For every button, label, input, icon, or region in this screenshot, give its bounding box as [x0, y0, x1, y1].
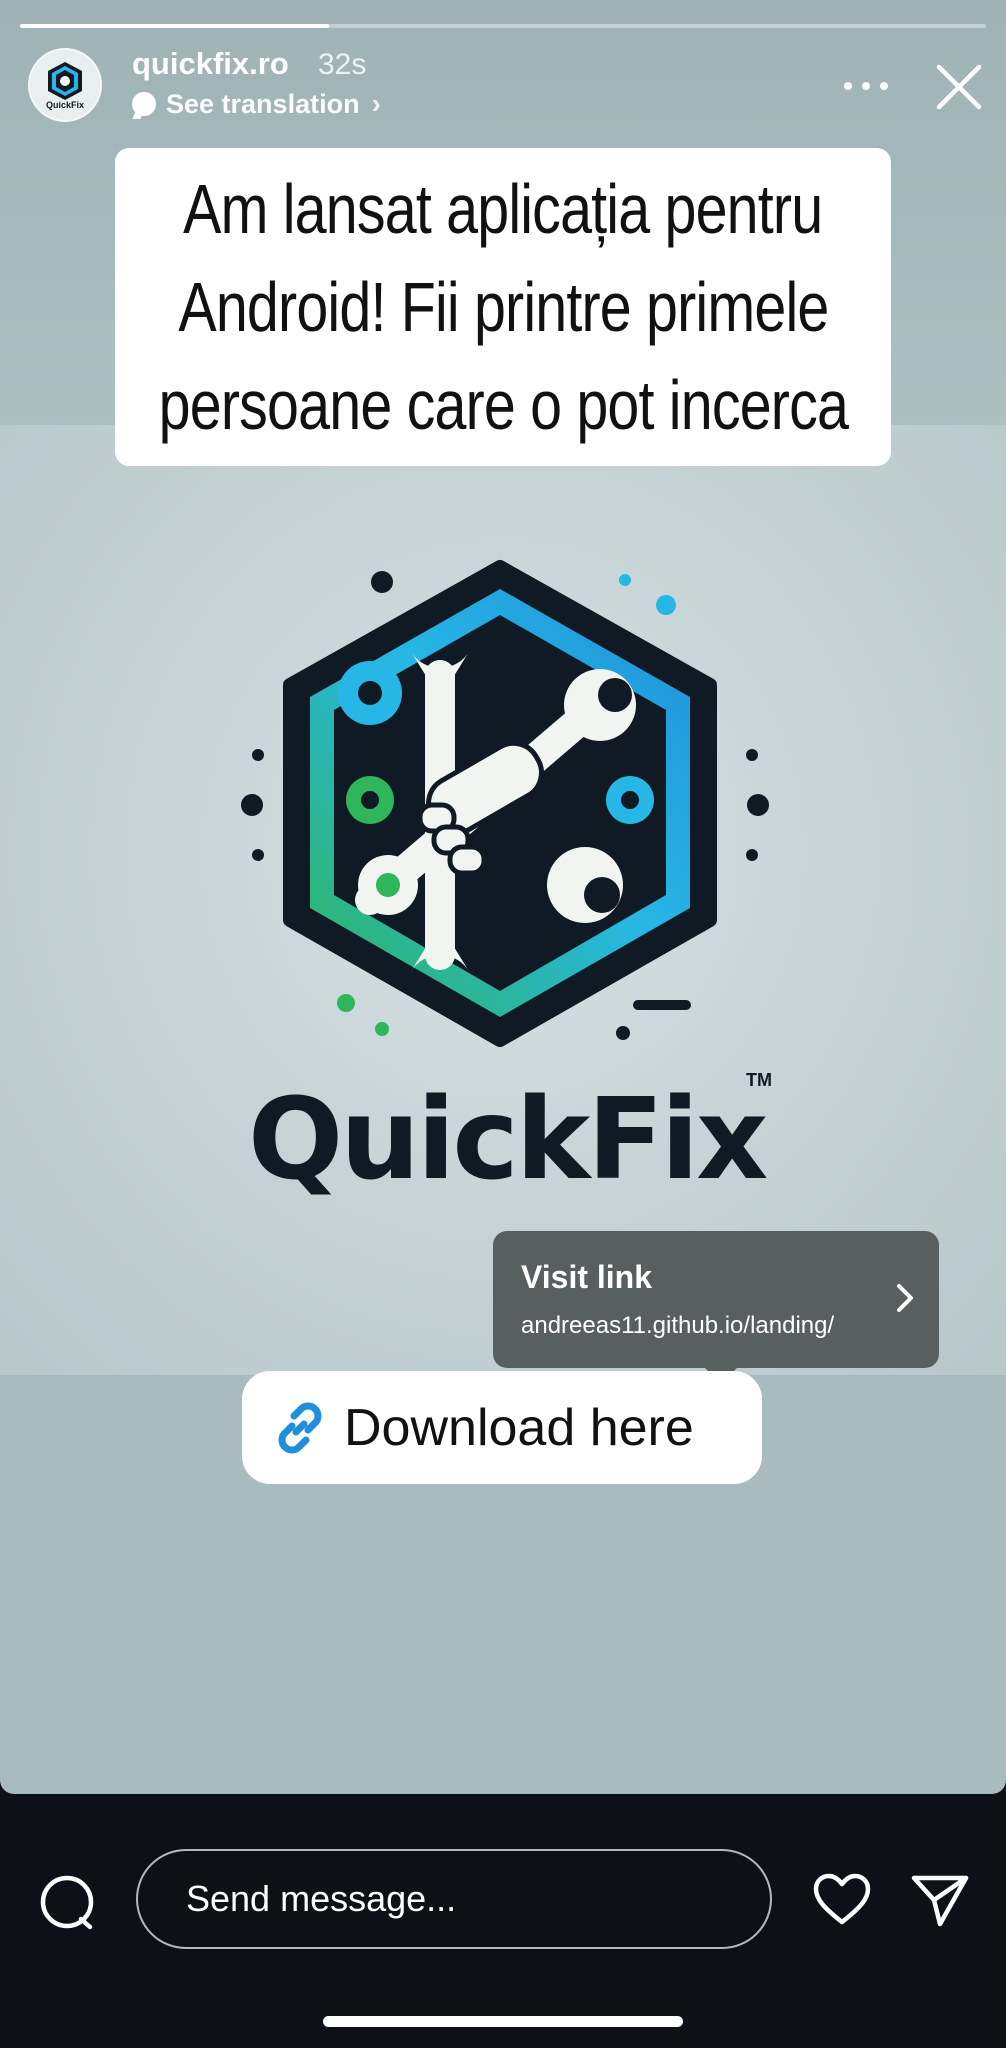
close-icon[interactable] — [934, 62, 984, 112]
avatar[interactable]: QuickFix — [28, 48, 102, 122]
send-message-input[interactable] — [136, 1849, 772, 1949]
time-ago: 32s — [318, 48, 367, 81]
avatar-caption: QuickFix — [45, 100, 84, 110]
trademark-symbol: TM — [746, 1070, 772, 1090]
link-icon — [278, 1402, 322, 1453]
username[interactable]: quickfix.ro — [132, 46, 289, 82]
caption-line: Android! Fii printre primele — [177, 268, 829, 346]
visit-link-title: Visit link — [521, 1259, 653, 1295]
avatar-logo-icon — [48, 62, 82, 100]
send-icon[interactable] — [910, 1870, 970, 1928]
story-progress-fill — [20, 24, 330, 28]
heart-icon[interactable] — [812, 1872, 872, 1928]
visit-link-tooltip[interactable]: Visit link andreeas11.github.io/landing/ — [493, 1231, 939, 1384]
caption-line: persoane care o pot incerca — [158, 366, 848, 444]
story-progress-bar — [20, 24, 986, 28]
chevron-right-icon — [897, 1284, 913, 1312]
visit-link-url: andreeas11.github.io/landing/ — [521, 1312, 835, 1339]
chevron-right-icon: › — [371, 88, 381, 119]
quickfix-logo-graphic — [241, 560, 769, 1047]
see-translation-label: See translation — [166, 88, 360, 119]
caption-sticker: Am lansat aplicația pentru Android! Fii … — [115, 148, 891, 466]
caption-line: Am lansat aplicația pentru — [183, 170, 823, 248]
story-viewer[interactable]: QuickFix quickfix.ro 32s See translation… — [0, 0, 1006, 1794]
translate-bubble-icon — [132, 92, 156, 116]
download-link-label: Download here — [344, 1398, 694, 1457]
download-link-sticker[interactable]: Download here — [242, 1371, 762, 1484]
logo-wordmark: QuickFix — [248, 1075, 768, 1205]
see-translation-link[interactable]: See translation › — [132, 88, 381, 120]
home-indicator[interactable] — [323, 2016, 683, 2027]
more-icon[interactable] — [844, 66, 888, 106]
camera-icon[interactable] — [38, 1873, 96, 1931]
